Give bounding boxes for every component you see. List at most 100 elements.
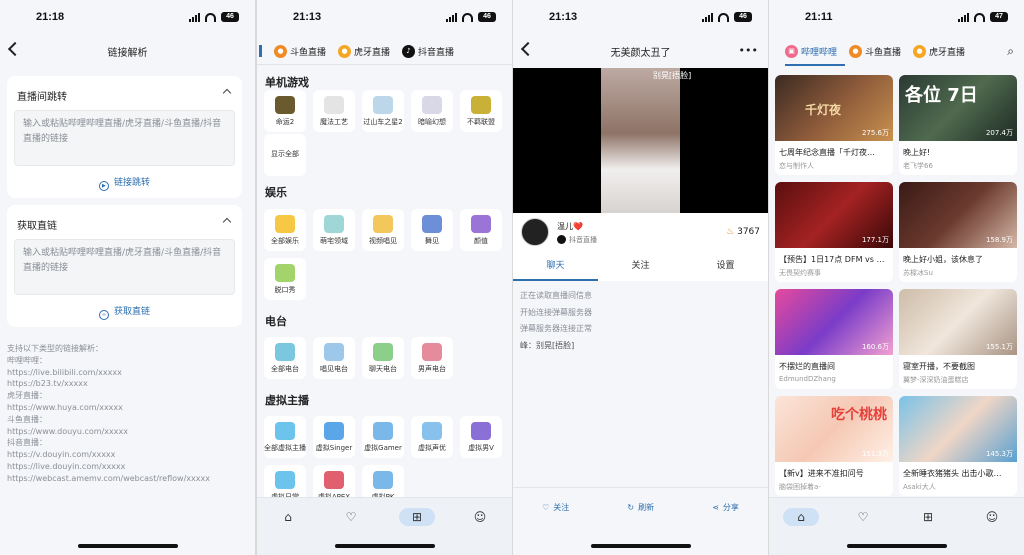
category-item[interactable]: 唱见电台 (313, 337, 355, 379)
tab-follow[interactable]: 关注 (598, 253, 683, 281)
room-thumbnail: 千灯夜 275.6万 (775, 75, 893, 141)
heart-icon[interactable]: ♡ (848, 508, 878, 526)
home-icon[interactable]: ⌂ (273, 508, 303, 526)
jump-button[interactable]: ▶ 链接跳转 (7, 175, 242, 191)
play-icon: ▶ (98, 181, 109, 191)
wifi-icon (974, 12, 985, 22)
show-all-button[interactable]: 显示全部 (264, 134, 306, 176)
follow-button[interactable]: ♡ 关注 (542, 502, 569, 555)
recommend-screen: 21:11 47 ▣ 哔哩哔哩 ● 斗鱼直播 ● 虎牙直播 ⌕ 千灯夜 275.6万 七… (769, 0, 1024, 555)
chat-line: 峰：别晃[捂脸] (520, 340, 575, 350)
room-host: 翼梦-深深奶油蛋糕店 (903, 376, 969, 384)
tab-douyu[interactable]: ● 斗鱼直播 (849, 44, 901, 58)
battery-icon: 46 (221, 12, 239, 22)
back-icon[interactable] (520, 41, 536, 57)
room-title: 无美颜太丑了 (610, 47, 671, 59)
douyu-icon: ● (274, 44, 287, 58)
nav-bar: 链接解析 (0, 34, 255, 68)
room-title: 晚上好! (903, 148, 931, 157)
category-item[interactable]: 萌宅领域 (313, 209, 355, 251)
clock: 21:13 (293, 11, 322, 23)
bilibili-icon: ▣ (785, 44, 798, 58)
live-room-screen: 21:13 46 无美颜太丑了 ••• 别晃[捂脸] 温儿❤️ 抖音直播 ♨ 3… (513, 0, 768, 555)
user-icon[interactable]: ☺ (465, 508, 495, 526)
category-item[interactable]: 过山车之星2 (362, 90, 404, 132)
chevron-up-icon[interactable] (222, 88, 232, 98)
section-title: 虚拟主播 (265, 394, 309, 407)
view-count: 145.3万 (985, 450, 1013, 458)
chevron-up-icon[interactable] (222, 217, 232, 227)
back-icon[interactable] (7, 41, 23, 57)
room-title: 晚上好小姐，该休息了 (903, 255, 983, 264)
tab-douyin[interactable]: ♪ 抖音直播 (402, 44, 454, 58)
category-item[interactable]: 魔法工艺 (313, 90, 355, 132)
room-host: 恋与制作人 (779, 162, 814, 170)
home-indicator (335, 544, 435, 548)
heart-icon: ♡ (542, 503, 550, 512)
chat-line: 正在读取直播间信息 (520, 291, 592, 300)
direct-link-card: 获取直链 输入或粘贴哔哩哔哩直播/虎牙直播/斗鱼直播/抖音直播的链接 ∞ 获取直链 (7, 205, 242, 327)
category-item[interactable]: 全部娱乐 (264, 209, 306, 251)
category-screen: 21:13 46 ● 斗鱼直播 ● 虎牙直播 ♪ 抖音直播 单机游戏 命运2 魔法工艺… (257, 0, 512, 555)
direct-link-input[interactable]: 输入或粘贴哔哩哔哩直播/虎牙直播/斗鱼直播/抖音直播的链接 (14, 239, 235, 295)
home-icon[interactable]: ⌂ (783, 508, 819, 526)
video-caption: 别晃[捂脸] (653, 71, 692, 80)
grid-icon[interactable]: ⊞ (913, 508, 943, 526)
room-title: 全新睡衣猪猪头 出击小歌… (903, 469, 1002, 478)
category-item[interactable]: 视频唱见 (362, 209, 404, 251)
category-item[interactable]: 命运2 (264, 90, 306, 132)
signal-icon (958, 12, 969, 22)
wifi-icon (205, 12, 216, 22)
chat-messages: 正在读取直播间信息 开始连接弹幕服务器 弹幕服务器连接正常 峰：别晃[捂脸] (520, 288, 592, 354)
video-player[interactable]: 别晃[捂脸] (513, 68, 768, 213)
search-icon[interactable]: ⌕ (1007, 44, 1014, 59)
tab-huya[interactable]: ● 虎牙直播 (338, 44, 390, 58)
section-title: 娱乐 (265, 186, 287, 199)
huya-icon: ● (338, 44, 352, 58)
tab-bilibili[interactable]: ▣ 哔哩哔哩 (785, 44, 837, 58)
home-indicator (591, 544, 691, 548)
category-item[interactable]: 虚拟Singer (313, 416, 355, 458)
category-item[interactable]: 舞见 (411, 209, 453, 251)
clock: 21:18 (36, 11, 65, 23)
heat-count: ♨ 3767 (726, 227, 760, 237)
grid-icon[interactable]: ⊞ (399, 508, 435, 526)
tab-huya[interactable]: ● 虎牙直播 (913, 44, 965, 58)
share-button[interactable]: ⋖ 分享 (712, 502, 739, 555)
category-item[interactable]: 脱口秀 (264, 258, 306, 300)
active-tab-indicator (259, 45, 262, 57)
category-item[interactable]: 虚拟男V (460, 416, 502, 458)
room-thumbnail: 145.3万 (899, 396, 1017, 462)
avatar[interactable] (521, 218, 549, 246)
category-item[interactable]: 不羁联盟 (460, 90, 502, 132)
tab-settings[interactable]: 设置 (683, 253, 768, 281)
view-count: 275.6万 (861, 129, 889, 137)
room-host: 老飞学66 (903, 162, 933, 170)
category-item[interactable]: 颜值 (460, 209, 502, 251)
category-item[interactable]: 虚拟Gamer (362, 416, 404, 458)
room-thumbnail: 177.1万 (775, 182, 893, 248)
heart-icon[interactable]: ♡ (336, 508, 366, 526)
tab-douyu[interactable]: ● 斗鱼直播 (274, 44, 326, 58)
category-item[interactable]: 全部电台 (264, 337, 306, 379)
platform-tabs: ▣ 哔哩哔哩 ● 斗鱼直播 ● 虎牙直播 ⌕ (769, 38, 1024, 64)
douyin-icon (557, 235, 566, 244)
view-count: 160.6万 (861, 343, 889, 351)
category-item[interactable]: 聊天电台 (362, 337, 404, 379)
host-platform: 抖音直播 (557, 235, 597, 245)
section-title: 单机游戏 (265, 76, 309, 89)
signal-icon (446, 12, 457, 22)
get-link-button[interactable]: ∞ 获取直链 (7, 304, 242, 320)
category-item[interactable]: 虚拟声优 (411, 416, 453, 458)
category-item[interactable]: 暗喻幻想 (411, 90, 453, 132)
status-bar: 21:13 46 (513, 0, 768, 34)
card-title: 直播间跳转 (17, 92, 67, 103)
user-icon[interactable]: ☺ (977, 508, 1007, 526)
room-link-input[interactable]: 输入或粘贴哔哩哔哩直播/虎牙直播/斗鱼直播/抖音直播的链接 (14, 110, 235, 166)
battery-icon: 47 (990, 12, 1008, 22)
tab-chat[interactable]: 聊天 (513, 253, 598, 281)
page-title: 链接解析 (107, 47, 148, 59)
category-item[interactable]: 全部虚拟主播 (264, 416, 306, 458)
more-icon[interactable]: ••• (739, 44, 758, 57)
category-item[interactable]: 男声电台 (411, 337, 453, 379)
